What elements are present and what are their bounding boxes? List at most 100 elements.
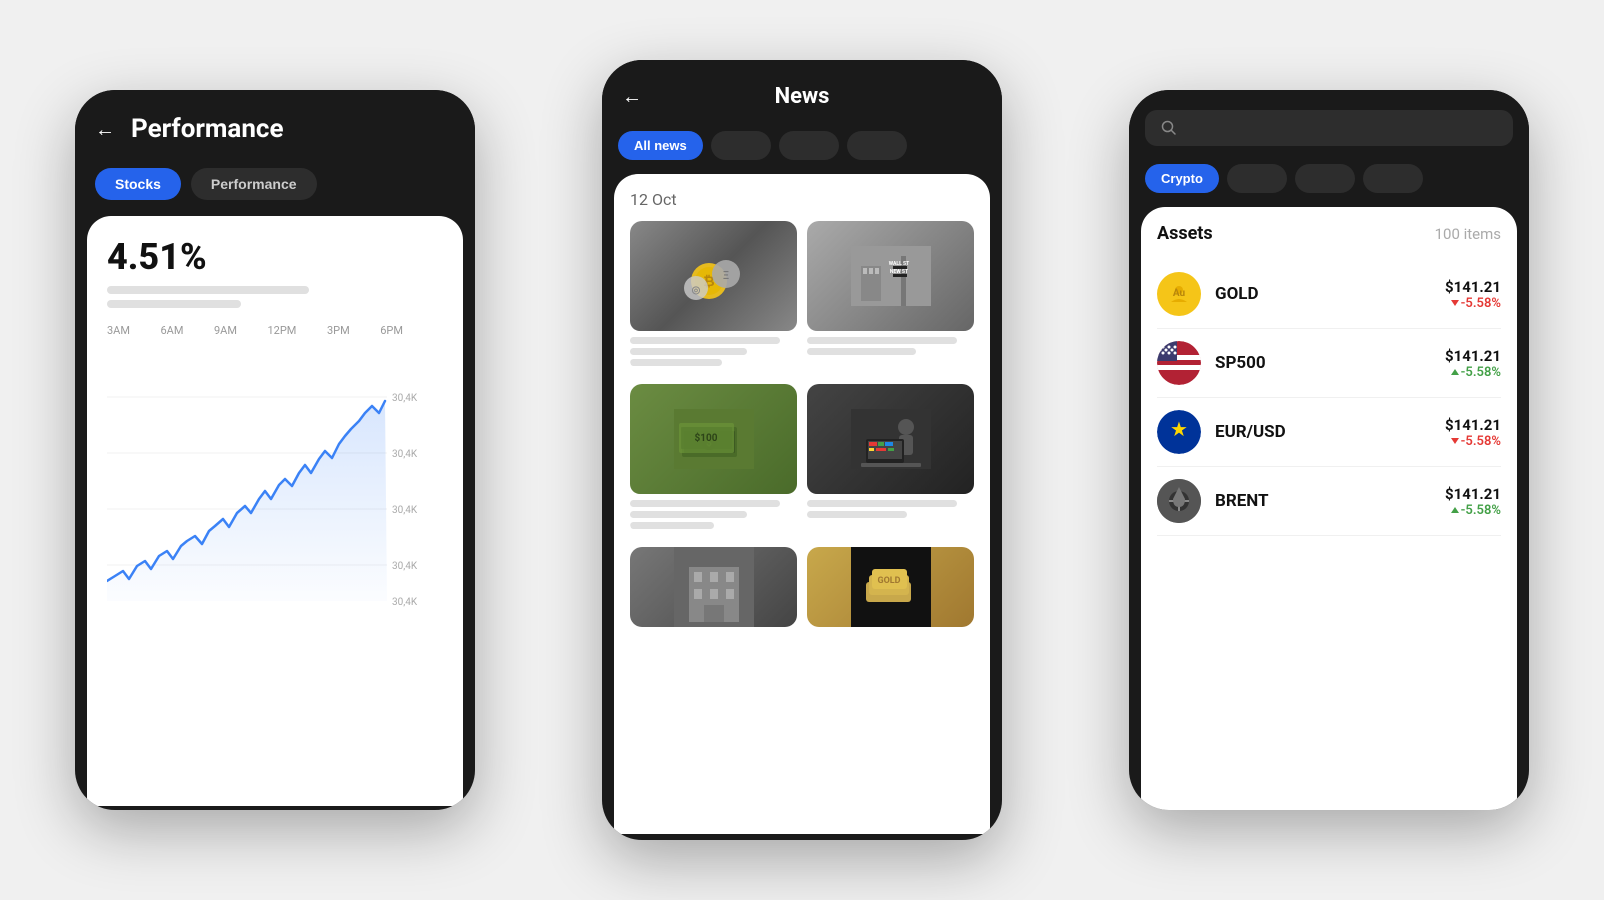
asset-price-col-gold: $141.21 -5.58% [1445,278,1501,311]
tab-performance[interactable]: Performance [191,168,317,200]
phone1-title: Performance [131,114,284,144]
asset-price-col-brent: $141.21 -5.58% [1445,485,1501,518]
svg-text:Au: Au [1173,288,1186,299]
news-img-trader [807,384,974,494]
assets-header: Assets 100 items [1157,223,1501,244]
phone2-header: ← News [602,60,1002,125]
asset-name-eurusd: EUR/USD [1215,422,1445,442]
svg-text:NEW ST: NEW ST [889,269,907,275]
asset-row-gold[interactable]: Au GOLD $141.21 -5.58% [1157,260,1501,329]
asset-icon-gold: Au [1157,272,1201,316]
assets-count: 100 items [1435,225,1501,243]
search-icon [1161,120,1177,136]
time-12pm: 12PM [268,324,297,337]
news-text-wallst [807,337,974,355]
asset-change-gold: -5.58% [1445,296,1501,311]
skeleton-line-2 [107,300,241,308]
chart-wrapper: 30,4K 30,4K 30,4K 30,4K 30,4K [107,341,443,625]
asset-price-col-eurusd: $141.21 -5.58% [1445,416,1501,449]
tab-crypto-2[interactable] [1227,164,1287,193]
svg-text:★: ★ [1170,417,1188,441]
triangle-down-gold [1451,300,1459,306]
news-grid-row3: GOLD [630,547,974,627]
svg-text:WALL ST: WALL ST [888,261,908,267]
triangle-up-sp500 [1451,369,1459,375]
asset-row-sp500[interactable]: SP500 $141.21 -5.58% [1157,329,1501,398]
screens-container: ← Performance Stocks Performance 4.51% 3… [0,0,1604,900]
svg-text:30,4K: 30,4K [392,505,418,516]
news-tab-bar: All news [602,125,1002,174]
svg-text:◎: ◎ [691,285,700,296]
asset-row-eurusd[interactable]: ★ EUR/USD $141.21 -5.58% [1157,398,1501,467]
phone-news: ← News All news 12 Oct ₿ [602,60,1002,840]
news-img-wallst: WALL ST NEW ST [807,221,974,331]
phone2-back-arrow[interactable]: ← [622,84,642,109]
search-bar[interactable] [1145,110,1513,146]
asset-name-brent: BRENT [1215,491,1445,511]
phone-crypto: Crypto Assets 100 items Au [1129,90,1529,810]
chart-area: 3AM 6AM 9AM 12PM 3PM 6PM [107,324,443,625]
news-grid-row2: $ $100 [630,384,974,535]
news-text-money [630,500,797,529]
phone3-content: Assets 100 items Au GOLD $141.21 [1141,207,1517,810]
phone-performance: ← Performance Stocks Performance 4.51% 3… [75,90,475,810]
skeleton-line-1 [107,286,309,294]
phone2-title: News [775,84,830,109]
time-3pm: 3PM [327,324,350,337]
phone1-tab-bar: Stocks Performance [75,160,475,216]
tab-news-2[interactable] [711,131,771,160]
svg-text:GOLD: GOLD [877,576,900,586]
svg-text:30,4K: 30,4K [392,561,418,572]
tab-crypto[interactable]: Crypto [1145,164,1219,193]
tab-crypto-4[interactable] [1363,164,1423,193]
news-img-building [630,547,797,627]
news-card-crypto: ₿ Ξ ◎ [630,221,797,372]
tab-stocks[interactable]: Stocks [95,168,181,200]
asset-icon-brent [1157,479,1201,523]
news-card-gold: GOLD [807,547,974,627]
news-date: 12 Oct [630,190,974,209]
asset-price-brent: $141.21 [1445,485,1501,503]
phone1-header: ← Performance [75,90,475,160]
news-img-crypto: ₿ Ξ ◎ [630,221,797,331]
phone1-content: 4.51% 3AM 6AM 9AM 12PM 3PM 6PM [87,216,463,806]
asset-row-brent[interactable]: BRENT $141.21 -5.58% [1157,467,1501,536]
triangle-up-brent [1451,507,1459,513]
assets-title: Assets [1157,223,1213,244]
tab-news-3[interactable] [779,131,839,160]
phone2-content: 12 Oct ₿ Ξ ◎ [614,174,990,834]
phone3-search-area [1129,90,1529,158]
svg-text:Ξ: Ξ [722,269,728,282]
asset-change-eurusd: -5.58% [1445,434,1501,449]
news-card-building [630,547,797,627]
asset-name-sp500: SP500 [1215,353,1445,373]
svg-text:30,4K: 30,4K [392,393,418,404]
asset-price-col-sp500: $141.21 -5.58% [1445,347,1501,380]
asset-price-gold: $141.21 [1445,278,1501,296]
asset-icon-eurusd: ★ [1157,410,1201,454]
crypto-tab-bar: Crypto [1129,158,1529,207]
performance-chart: 30,4K 30,4K 30,4K 30,4K 30,4K [107,341,427,621]
news-img-gold: GOLD [807,547,974,627]
news-card-wallst: WALL ST NEW ST [807,221,974,372]
news-grid-row1: ₿ Ξ ◎ [630,221,974,372]
asset-price-sp500: $141.21 [1445,347,1501,365]
back-arrow-icon[interactable]: ← [95,117,115,142]
news-text-crypto [630,337,797,366]
tab-all-news[interactable]: All news [618,131,703,160]
svg-text:30,4K: 30,4K [392,449,418,460]
tab-news-4[interactable] [847,131,907,160]
time-labels: 3AM 6AM 9AM 12PM 3PM 6PM [107,324,443,337]
time-6am: 6AM [161,324,184,337]
news-card-money: $ $100 [630,384,797,535]
tab-crypto-3[interactable] [1295,164,1355,193]
asset-price-eurusd: $141.21 [1445,416,1501,434]
asset-change-sp500: -5.58% [1445,365,1501,380]
asset-icon-sp500 [1157,341,1201,385]
news-card-trader [807,384,974,535]
triangle-down-eurusd [1451,438,1459,444]
time-3am: 3AM [107,324,130,337]
svg-text:$100: $100 [694,431,717,444]
news-text-trader [807,500,974,518]
news-img-money: $ $100 [630,384,797,494]
